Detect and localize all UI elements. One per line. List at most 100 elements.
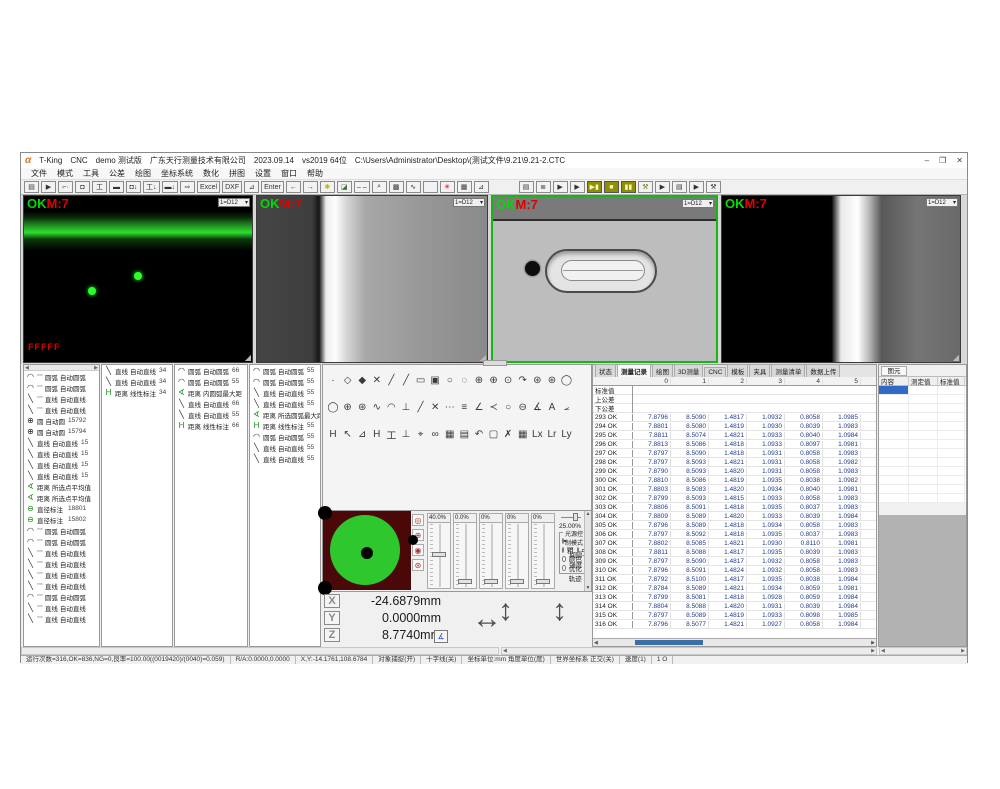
camera-view-2[interactable]: OKM:7 1=D12▾ ◢: [256, 195, 488, 363]
dxf-export-button[interactable]: DXF: [222, 181, 242, 193]
menu-item-拼图[interactable]: 拼图: [229, 168, 245, 179]
pause-button[interactable]: ▮▮: [621, 181, 636, 193]
tool-icon[interactable]: ⊥: [401, 402, 411, 413]
tool-icon[interactable]: ⊛: [547, 375, 557, 386]
table-row[interactable]: 313 OK7.87998.50811.48181.09280.80591.09…: [593, 593, 876, 602]
table-row[interactable]: 312 OK7.87848.50891.48211.09340.80591.09…: [593, 584, 876, 593]
slider-track[interactable]: [454, 524, 476, 587]
tool-icon[interactable]: ▤: [459, 429, 469, 440]
tool-icon[interactable]: ⊥: [401, 429, 411, 440]
step-back-button[interactable]: ←: [286, 181, 301, 193]
scroll-left-icon[interactable]: ◀: [881, 648, 885, 654]
table-row[interactable]: 295 OK7.88118.50741.48211.09330.80401.09…: [593, 431, 876, 440]
feature-item[interactable]: ⊕圆自动圆15794: [24, 426, 99, 437]
probe-button[interactable]: ◘: [75, 181, 90, 193]
tool-icon[interactable]: ↶: [474, 429, 484, 440]
camera-view-1[interactable]: OKM:7 1=D12▾ FFFFF ◢: [23, 195, 253, 363]
feature-item[interactable]: ◠***圆弧自动圆弧: [24, 591, 99, 602]
image-view-button[interactable]: ◪: [337, 181, 352, 193]
feature-item[interactable]: ◠圆弧自动圆弧55: [250, 376, 320, 387]
table-row[interactable]: 293 OK7.87968.50901.48171.09320.80581.09…: [593, 413, 876, 422]
feature-item[interactable]: ◠圆弧自动圆弧55: [175, 376, 247, 387]
feature-item[interactable]: ◠***圆弧自动圆弧: [24, 536, 99, 547]
feature-item[interactable]: ╲直线自动直线66: [175, 398, 247, 409]
tool-icon[interactable]: ⋯: [445, 402, 455, 413]
tool-icon[interactable]: A: [547, 402, 557, 413]
table-row[interactable]: 316 OK7.87968.50771.48211.09270.80581.09…: [593, 620, 876, 629]
feature-item[interactable]: ╲***直线自动直线: [24, 580, 99, 591]
slider-track[interactable]: [428, 524, 450, 587]
element-row[interactable]: [879, 467, 966, 476]
scroll-left-icon[interactable]: ◀: [594, 640, 598, 646]
camera-view-3-selected[interactable]: OKM:7 1=D12▾ ◢: [491, 195, 718, 363]
radio-spacing[interactable]: [562, 556, 566, 562]
slider-thumb[interactable]: [458, 579, 472, 584]
feature-item[interactable]: H距离线性标注55: [250, 420, 320, 431]
mid-scrollbar[interactable]: ◀▶: [501, 647, 877, 655]
feature-item[interactable]: ◠***圆弧自动圆弧: [24, 525, 99, 536]
light-slider-2[interactable]: 0.0%: [453, 513, 477, 589]
tool-icon[interactable]: ◇: [343, 375, 353, 386]
tab-数据上传[interactable]: 数据上传: [806, 364, 840, 377]
feature-item[interactable]: H距离线性标注34: [102, 387, 172, 398]
play-small-button[interactable]: ▶: [570, 181, 585, 193]
light-slider-4[interactable]: 0%: [505, 513, 529, 589]
feature-item[interactable]: ╲***直线自动直线: [24, 558, 99, 569]
scroll-down-icon[interactable]: ▼: [586, 585, 591, 591]
feature-item[interactable]: ╲直线自动直线55: [250, 398, 320, 409]
table-row[interactable]: 315 OK7.87978.50891.48191.09330.80981.09…: [593, 611, 876, 620]
tool-icon[interactable]: ○: [503, 402, 513, 413]
tool-icon[interactable]: ↖: [343, 429, 353, 440]
blank-button[interactable]: [423, 181, 438, 193]
table-row[interactable]: 309 OK7.87978.50901.48171.09320.80581.09…: [593, 557, 876, 566]
open-2-button[interactable]: ▶: [689, 181, 704, 193]
open-folder-button[interactable]: ▶: [41, 181, 56, 193]
feature-item[interactable]: ∢距离所选点平均值: [24, 492, 99, 503]
feature-item[interactable]: ╲直线自动直线55: [250, 453, 320, 464]
feature-item[interactable]: ╲直线自动直线34: [102, 376, 172, 387]
light-slider-3[interactable]: 0%: [479, 513, 503, 589]
menu-item-设置[interactable]: 设置: [255, 168, 271, 179]
element-row[interactable]: [879, 458, 966, 467]
angle-mode-button[interactable]: ∡: [434, 630, 448, 643]
probe-path-button[interactable]: ⌐·: [58, 181, 73, 193]
element-tab[interactable]: 图元: [881, 366, 907, 376]
qr-code-button[interactable]: ▦: [457, 181, 472, 193]
move-stage-button[interactable]: ▬↓: [162, 181, 179, 193]
table-row[interactable]: 305 OK7.87968.50891.48181.09340.80581.09…: [593, 521, 876, 530]
table-row[interactable]: 308 OK7.88118.50881.48171.09350.80391.09…: [593, 548, 876, 557]
tool-icon[interactable]: ╱: [386, 375, 396, 386]
table-row[interactable]: 303 OK7.88068.50911.48181.09350.80371.09…: [593, 503, 876, 512]
folder-2-button[interactable]: ▶: [553, 181, 568, 193]
feature-item[interactable]: ╲***直线自动直线: [24, 602, 99, 613]
element-row[interactable]: [879, 386, 966, 395]
feature-item[interactable]: ⊖直径标注15802: [24, 514, 99, 525]
slider-thumb[interactable]: [536, 579, 550, 584]
tool-icon[interactable]: ⊿: [357, 429, 367, 440]
tool-icon[interactable]: 工: [386, 429, 396, 440]
feature-item[interactable]: ◠***圆弧自动圆弧: [24, 371, 99, 382]
tool-icon[interactable]: Lx: [532, 429, 542, 440]
radio-粗[interactable]: [562, 547, 564, 553]
menu-item-文件[interactable]: 文件: [31, 168, 47, 179]
element-row[interactable]: [879, 395, 966, 404]
stage-button[interactable]: 工: [92, 181, 107, 193]
radio-color-track[interactable]: [562, 565, 566, 571]
slider-thumb[interactable]: [510, 579, 524, 584]
element-row[interactable]: [879, 440, 966, 449]
tab-绘图[interactable]: 绘图: [652, 364, 673, 377]
feature-item[interactable]: ╲***直线自动直线: [24, 569, 99, 580]
element-row[interactable]: [879, 476, 966, 485]
tool-icon[interactable]: ⊕: [489, 375, 499, 386]
feature-item[interactable]: ⊖直径标注18801: [24, 503, 99, 514]
feature-item[interactable]: ◠圆弧自动圆弧55: [250, 365, 320, 376]
tab-模板[interactable]: 模板: [727, 364, 748, 377]
left-scroll-track[interactable]: [21, 647, 499, 655]
laser-star-button[interactable]: ✳: [440, 181, 455, 193]
light-bulb-button[interactable]: ✱: [320, 181, 335, 193]
feature-item[interactable]: ╲***直线自动直线: [24, 547, 99, 558]
tool-icon[interactable]: Ly: [562, 429, 572, 440]
tool-icon[interactable]: Η: [372, 429, 382, 440]
slider-track[interactable]: [532, 524, 554, 587]
tool-icon[interactable]: ▭: [416, 375, 426, 386]
